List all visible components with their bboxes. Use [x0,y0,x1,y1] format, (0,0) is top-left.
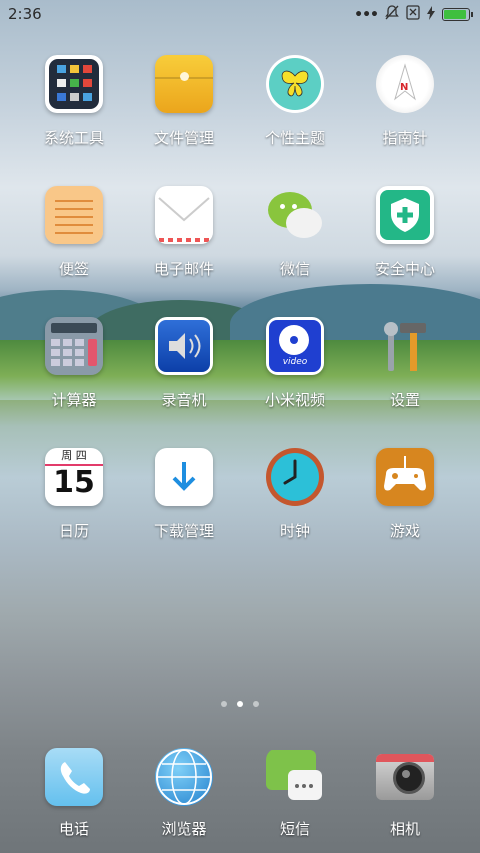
app-video-reel[interactable]: video 小米视频 [240,317,350,410]
app-settings-tools[interactable]: 设置 [350,317,460,410]
app-label: 电子邮件 [153,260,214,278]
calculator-icon [45,317,103,375]
compass-icon: N [376,55,434,113]
status-time: 2:36 [8,5,42,23]
no-sim-icon [406,5,420,24]
app-label: 设置 [389,391,420,409]
app-file-manager[interactable]: 文件管理 [129,55,239,148]
status-bar: 2:36 ••• [0,0,480,28]
app-label: 小米视频 [264,391,325,409]
more-dots-icon: ••• [354,6,379,23]
messages-bubble-icon [266,748,324,806]
gamepad-icon [376,448,434,506]
dock-camera[interactable]: 相机 [350,748,460,839]
app-label: 时钟 [279,522,310,540]
app-label: 便签 [58,260,89,278]
app-calculator[interactable]: 计算器 [19,317,129,410]
system-tools-folder-icon [45,55,103,113]
security-shield-icon [376,186,434,244]
app-themes-butterfly[interactable]: 个性主题 [240,55,350,148]
settings-tools-icon [376,317,434,375]
app-calendar[interactable]: 周 四 15 日历 [19,448,129,541]
app-label: 计算器 [51,391,97,409]
file-manager-icon [155,55,213,113]
app-label: 微信 [279,260,310,278]
email-envelope-icon [155,186,213,244]
phone-icon [45,748,103,806]
app-wechat[interactable]: 微信 [240,186,350,279]
themes-butterfly-icon [266,55,324,113]
app-gamepad[interactable]: 游戏 [350,448,460,541]
page-dot[interactable] [237,701,243,707]
dock-messages-bubble[interactable]: 短信 [240,748,350,839]
app-label: 录音机 [161,391,207,409]
wechat-icon [266,186,324,244]
camera-icon [376,748,434,806]
app-recorder-speaker[interactable]: 录音机 [129,317,239,410]
page-indicator[interactable] [0,701,480,707]
clock-icon [266,448,324,506]
app-label: 系统工具 [43,129,104,147]
battery-icon [442,8,473,21]
svg-text:N: N [400,82,408,93]
app-clock[interactable]: 时钟 [240,448,350,541]
app-security-shield[interactable]: 安全中心 [350,186,460,279]
app-label: 个性主题 [264,129,325,147]
browser-globe-icon [155,748,213,806]
dock-label: 浏览器 [161,820,207,838]
dock-label: 相机 [389,820,420,838]
calendar-icon: 周 四 15 [45,448,103,506]
app-label: 下载管理 [153,522,214,540]
app-email-envelope[interactable]: 电子邮件 [129,186,239,279]
video-reel-icon: video [266,317,324,375]
app-download-arrow[interactable]: 下载管理 [129,448,239,541]
app-system-tools-folder[interactable]: 系统工具 [19,55,129,148]
recorder-speaker-icon [155,317,213,375]
app-notes[interactable]: 便签 [19,186,129,279]
dock-label: 短信 [279,820,310,838]
charging-bolt-icon [427,5,435,24]
app-label: 日历 [58,522,89,540]
app-compass[interactable]: N 指南针 [350,55,460,148]
dock-label: 电话 [58,820,89,838]
page-dot[interactable] [253,701,259,707]
page-dot[interactable] [221,701,227,707]
notes-icon [45,186,103,244]
dock-phone[interactable]: 电话 [19,748,129,839]
download-arrow-icon [155,448,213,506]
mute-bell-icon [385,5,399,24]
app-label: 文件管理 [153,129,214,147]
app-label: 指南针 [382,129,428,147]
app-label: 安全中心 [374,260,435,278]
app-label: 游戏 [389,522,420,540]
dock-browser-globe[interactable]: 浏览器 [129,748,239,839]
